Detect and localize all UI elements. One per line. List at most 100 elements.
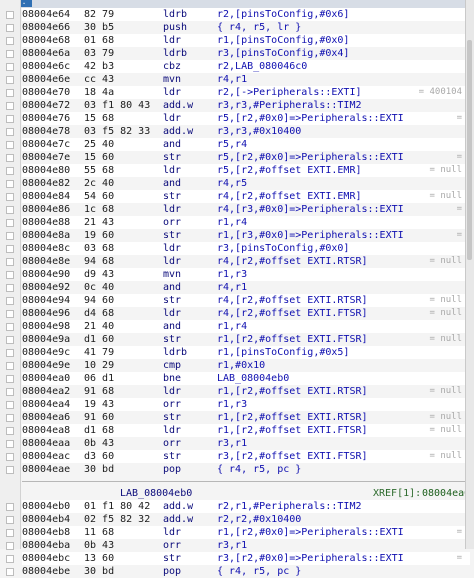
listing-row[interactable]: 08004ebe 30 bd pop { r4, r5, pc }	[22, 565, 470, 578]
gutter-marker[interactable]	[6, 427, 14, 435]
gutter-marker[interactable]	[6, 503, 14, 511]
gutter-marker[interactable]	[6, 401, 14, 409]
scrollbar-thumb[interactable]	[467, 40, 472, 260]
listing-row[interactable]: 08004e70 18 4a ldr r2,[->Peripherals::EXTI]…	[22, 86, 470, 99]
gutter-marker[interactable]	[6, 414, 14, 422]
listing-row[interactable]: 08004e94 94 60 str r4,[r2,#offset EXTI.RTSR…	[22, 294, 470, 307]
listing-row[interactable]: 08004e9c 41 79 ldrb r1,[pinsToConfig,#0x5]	[22, 346, 470, 359]
gutter-marker[interactable]	[6, 76, 14, 84]
gutter-marker[interactable]	[6, 128, 14, 136]
gutter-marker[interactable]	[6, 24, 14, 32]
listing-row[interactable]: 08004e98 21 40 and r1,r4	[22, 320, 470, 333]
gutter-marker[interactable]	[6, 323, 14, 331]
listing-row[interactable]: 08004ea2 91 68 ldr r1,[r2,#offset EXTI.RTSR…	[22, 385, 470, 398]
gutter-marker[interactable]	[6, 89, 14, 97]
listing-row[interactable]: 08004eaa 0b 43 orr r3,r1	[22, 437, 470, 450]
listing-row[interactable]: 08004ea4 19 43 orr r1,r3	[22, 398, 470, 411]
listing-row[interactable]: 08004eb0 01 f1 80 42 add.w r2,r1,#Periphera…	[22, 500, 470, 513]
gutter-marker[interactable]	[6, 50, 14, 58]
listing-row[interactable]: 08004eba 0b 43 orr r3,r1	[22, 539, 470, 552]
listing-row[interactable]: 08004e96 d4 68 ldr r4,[r2,#offset EXTI.FTSR…	[22, 307, 470, 320]
row-comment: =	[456, 204, 462, 214]
row-mnemonic: ldr	[163, 113, 182, 124]
listing-row[interactable]: 08004e64 82 79 ldrb r2,[pinsToConfig,#0x6]	[22, 8, 470, 21]
listing-row[interactable]: 08004e6c 42 b3 cbz r2,LAB_080046c0	[22, 60, 470, 73]
listing-row[interactable]: 08004e9a d1 60 str r1,[r2,#offset EXTI.FTSR…	[22, 333, 470, 346]
listing-row[interactable]: 08004e8c 03 68 ldr r3,[pinsToConfig,#0x0]	[22, 242, 470, 255]
listing-row[interactable]: 08004eae 30 bd pop { r4, r5, pc }	[22, 463, 470, 476]
label-row[interactable]: LAB_08004eb0XREF[1]:08004ea0(j)	[22, 487, 474, 500]
listing-row[interactable]: 08004e7e 15 60 str r5,[r2,#0x0]=>Peripheral…	[22, 151, 470, 164]
listing-row[interactable]: 08004e80 55 68 ldr r5,[r2,#offset EXTI.EMR]…	[22, 164, 470, 177]
listing-row[interactable]: 08004eac d3 60 str r3,[r2,#offset EXTI.FTSR…	[22, 450, 470, 463]
listing-row[interactable]: 08004e68 01 68 ldr r1,[pinsToConfig,#0x0]	[22, 34, 470, 47]
row-bytes: 0b 43	[84, 438, 115, 449]
listing-row[interactable]: 08004e7c 25 40 and r5,r4	[22, 138, 470, 151]
listing-row[interactable]: 08004e72 03 f1 80 43 add.w r3,r3,#Periphera…	[22, 99, 470, 112]
gutter-marker[interactable]	[6, 258, 14, 266]
row-operands: r2,r1,#Peripherals::TIM2	[217, 501, 362, 512]
listing-row[interactable]: 08004e8a 19 60 str r1,[r3,#0x0]=>Peripheral…	[22, 229, 470, 242]
gutter-marker[interactable]	[6, 310, 14, 318]
gutter-marker[interactable]	[6, 37, 14, 45]
row-address: 08004ea6	[22, 412, 71, 423]
gutter-marker[interactable]	[6, 271, 14, 279]
listing-row[interactable]: 08004e84 54 60 str r4,[r2,#offset EXTI.EMR]…	[22, 190, 470, 203]
listing-row[interactable]: 08004e88 21 43 orr r1,r4	[22, 216, 470, 229]
listing-row[interactable]: 08004e78 03 f5 82 33 add.w r3,r3,#0x10400	[22, 125, 470, 138]
row-bytes: 30 bd	[84, 464, 115, 475]
gutter-marker[interactable]	[6, 232, 14, 240]
gutter-marker[interactable]	[6, 154, 14, 162]
listing-row[interactable]: 08004e82 2c 40 and r4,r5	[22, 177, 470, 190]
gutter-marker[interactable]	[6, 362, 14, 370]
listing-row[interactable]: 08004e6a 03 79 ldrb r3,[pinsToConfig,#0x4]	[22, 47, 470, 60]
gutter-marker[interactable]	[6, 555, 14, 563]
gutter-marker[interactable]	[6, 349, 14, 357]
row-mnemonic: add.w	[163, 126, 194, 137]
gutter-marker[interactable]	[6, 297, 14, 305]
gutter-marker[interactable]	[6, 63, 14, 71]
listing-row[interactable]: 08004e8e 94 68 ldr r4,[r2,#offset EXTI.RTSR…	[22, 255, 470, 268]
gutter-marker[interactable]	[6, 167, 14, 175]
listing-row[interactable]: 08004eb8 11 68 ldr r1,[r2,#0x0]=>Peripheral…	[22, 526, 470, 539]
row-bytes: 91 68	[84, 386, 115, 397]
gutter-marker[interactable]	[6, 388, 14, 396]
gutter-marker[interactable]	[6, 466, 14, 474]
listing-row[interactable]: 08004e9e 10 29 cmp r1,#0x10	[22, 359, 470, 372]
gutter-marker[interactable]	[6, 568, 14, 576]
gutter-marker[interactable]	[6, 206, 14, 214]
listing-row[interactable]: 08004e76 15 68 ldr r5,[r2,#0x0]=>Peripheral…	[22, 112, 470, 125]
gutter-marker[interactable]	[6, 180, 14, 188]
listing-row[interactable]: 08004e92 0c 40 and r4,r1	[22, 281, 470, 294]
listing-row[interactable]: 08004e66 30 b5 push { r4, r5, lr }	[22, 21, 470, 34]
row-address: 08004e76	[22, 113, 71, 124]
gutter-marker[interactable]	[6, 245, 14, 253]
gutter-marker[interactable]	[6, 336, 14, 344]
listing-row[interactable]: 08004e90 d9 43 mvn r1,r3	[22, 268, 470, 281]
listing-row[interactable]: 08004ebc 13 60 str r3,[r2,#0x0]=>Peripheral…	[22, 552, 470, 565]
vertical-scrollbar[interactable]	[465, 0, 474, 549]
gutter-marker[interactable]	[6, 516, 14, 524]
listing-row[interactable]: 08004e86 1c 68 ldr r4,[r3,#0x0]=>Peripheral…	[22, 203, 470, 216]
gutter-marker[interactable]	[6, 440, 14, 448]
gutter-marker[interactable]	[6, 115, 14, 123]
listing-row[interactable]: 08004e6e cc 43 mvn r4,r1	[22, 73, 470, 86]
row-bytes: 03 79	[84, 48, 115, 59]
gutter-marker[interactable]	[6, 102, 14, 110]
row-mnemonic: cmp	[163, 360, 182, 371]
row-bytes: d3 60	[84, 451, 115, 462]
listing-row[interactable]: 08004ea0 06 d1 bne LAB_08004eb0	[22, 372, 470, 385]
gutter-marker[interactable]	[6, 375, 14, 383]
listing-row[interactable]: 08004eb4 02 f5 82 32 add.w r2,r2,#0x10400	[22, 513, 470, 526]
gutter-marker[interactable]	[6, 11, 14, 19]
gutter-marker[interactable]	[6, 529, 14, 537]
listing-row[interactable]: 08004ea6 91 60 str r1,[r2,#offset EXTI.RTSR…	[22, 411, 470, 424]
gutter-marker[interactable]	[6, 219, 14, 227]
listing-row[interactable]: 08004ea8 d1 68 ldr r1,[r2,#offset EXTI.FTSR…	[22, 424, 470, 437]
gutter-marker[interactable]	[6, 193, 14, 201]
row-mnemonic: push	[163, 22, 188, 33]
gutter-marker[interactable]	[6, 141, 14, 149]
code-label[interactable]: LAB_08004eb0	[120, 487, 192, 500]
gutter-marker[interactable]	[6, 453, 14, 461]
gutter-marker[interactable]	[6, 284, 14, 292]
